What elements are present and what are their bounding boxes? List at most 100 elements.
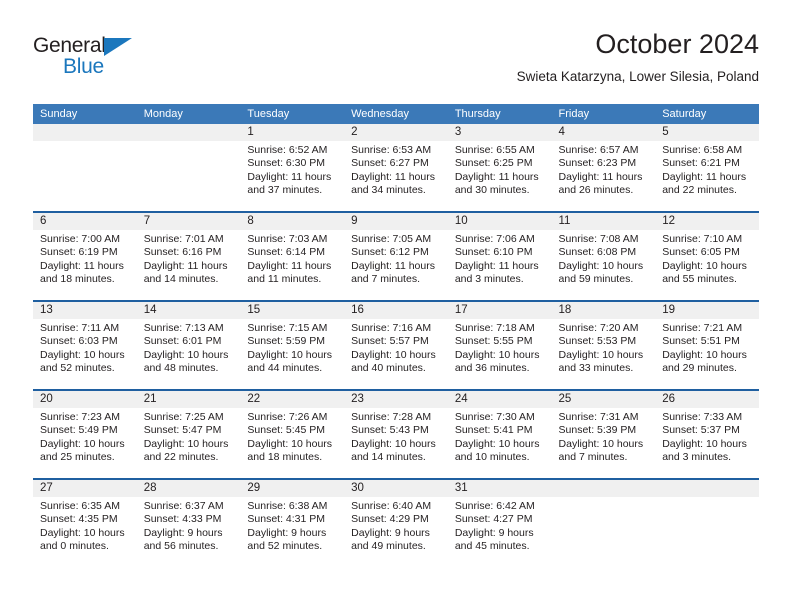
day-number-13[interactable]: 13	[33, 302, 137, 319]
weekday-header-saturday: Saturday	[662, 108, 707, 120]
day-number-27[interactable]: 27	[33, 480, 137, 497]
daylight-text: and 56 minutes.	[143, 540, 219, 553]
daylight-text: and 18 minutes.	[247, 451, 323, 464]
day-cell-1[interactable]: Sunrise: 6:52 AM Sunset: 6:30 PM Daylight:…	[240, 141, 344, 211]
day-number-26[interactable]: 26	[655, 391, 759, 408]
daylight-text: Daylight: 11 hours	[454, 170, 539, 183]
day-cell-11[interactable]: Sunrise: 7:08 AM Sunset: 6:08 PM Daylight:…	[552, 230, 656, 300]
sunset-text: Sunset: 5:57 PM	[351, 335, 429, 348]
day-content-band: Sunrise: 7:00 AM Sunset: 6:19 PM Daylight:…	[33, 230, 759, 300]
day-number-19[interactable]: 19	[655, 302, 759, 319]
day-number-17[interactable]: 17	[448, 302, 552, 319]
day-number-6[interactable]: 6	[33, 213, 137, 230]
day-cell-13[interactable]: Sunrise: 7:11 AM Sunset: 6:03 PM Daylight:…	[33, 319, 137, 389]
day-number-24[interactable]: 24	[448, 391, 552, 408]
daylight-text: Daylight: 11 hours	[247, 170, 332, 183]
day-number-2[interactable]: 2	[344, 124, 448, 141]
day-number-14[interactable]: 14	[137, 302, 241, 319]
daylight-text: Daylight: 10 hours	[662, 259, 747, 272]
day-number-11[interactable]: 11	[552, 213, 656, 230]
day-cell-18[interactable]: Sunrise: 7:20 AM Sunset: 5:53 PM Daylight:…	[552, 319, 656, 389]
brand-name-blue: Blue	[63, 55, 104, 78]
day-number-band: 27 28 29 30 31	[33, 480, 759, 497]
day-number-22[interactable]: 22	[240, 391, 344, 408]
day-cell-8[interactable]: Sunrise: 7:03 AM Sunset: 6:14 PM Daylight:…	[240, 230, 344, 300]
day-cell-27[interactable]: Sunrise: 6:35 AM Sunset: 4:35 PM Daylight:…	[33, 497, 137, 567]
sunset-text: Sunset: 5:43 PM	[351, 424, 429, 437]
day-cell-21[interactable]: Sunrise: 7:25 AM Sunset: 5:47 PM Daylight:…	[137, 408, 241, 478]
sunset-text: Sunset: 6:30 PM	[247, 157, 326, 170]
day-cell-23[interactable]: Sunrise: 7:28 AM Sunset: 5:43 PM Daylight:…	[344, 408, 448, 478]
day-number-28[interactable]: 28	[137, 480, 241, 497]
day-number-7[interactable]: 7	[137, 213, 241, 230]
day-cell-26[interactable]: Sunrise: 7:33 AM Sunset: 5:37 PM Daylight:…	[655, 408, 759, 478]
sunset-text: Sunset: 6:05 PM	[662, 246, 740, 259]
day-number-29[interactable]: 29	[240, 480, 344, 497]
day-number-4[interactable]: 4	[552, 124, 656, 141]
day-cell-19[interactable]: Sunrise: 7:21 AM Sunset: 5:51 PM Daylight:…	[655, 319, 759, 389]
day-cell-25[interactable]: Sunrise: 7:31 AM Sunset: 5:39 PM Daylight:…	[552, 408, 656, 478]
weekday-header-sunday: Sunday	[40, 108, 78, 120]
day-number-3[interactable]: 3	[448, 124, 552, 141]
day-cell-10[interactable]: Sunrise: 7:06 AM Sunset: 6:10 PM Daylight:…	[448, 230, 552, 300]
day-cell-6[interactable]: Sunrise: 7:00 AM Sunset: 6:19 PM Daylight:…	[33, 230, 137, 300]
sunset-text: Sunset: 6:08 PM	[558, 246, 637, 259]
calendar-weeks: 1 2 3 4 5 Sunrise: 6:52 AM Sunset: 6:30 PM Dayl…	[33, 124, 759, 567]
day-cell-28[interactable]: Sunrise: 6:37 AM Sunset: 4:33 PM Daylight:…	[137, 497, 241, 567]
day-cell-31[interactable]: Sunrise: 6:42 AM Sunset: 4:27 PM Daylight:…	[448, 497, 552, 567]
daylight-text: and 14 minutes.	[143, 273, 219, 286]
brand-logo: General Blue	[33, 34, 213, 86]
day-cell-3[interactable]: Sunrise: 6:55 AM Sunset: 6:25 PM Daylight:…	[448, 141, 552, 211]
day-number-20[interactable]: 20	[33, 391, 137, 408]
sunset-text: Sunset: 5:39 PM	[558, 424, 637, 437]
day-cell-12[interactable]: Sunrise: 7:10 AM Sunset: 6:05 PM Daylight:…	[655, 230, 759, 300]
day-number-16[interactable]: 16	[344, 302, 448, 319]
day-cell-7[interactable]: Sunrise: 7:01 AM Sunset: 6:16 PM Daylight:…	[137, 230, 241, 300]
sunrise-text: Sunrise: 7:03 AM	[247, 233, 328, 245]
day-number-8[interactable]: 8	[240, 213, 344, 230]
sunrise-text: Sunrise: 7:33 AM	[662, 411, 743, 423]
day-cell-9[interactable]: Sunrise: 7:05 AM Sunset: 6:12 PM Daylight:…	[344, 230, 448, 300]
daylight-text: Daylight: 11 hours	[40, 259, 124, 272]
day-cell-30[interactable]: Sunrise: 6:40 AM Sunset: 4:29 PM Daylight:…	[344, 497, 448, 567]
day-cell-15[interactable]: Sunrise: 7:15 AM Sunset: 5:59 PM Daylight:…	[240, 319, 344, 389]
sunset-text: Sunset: 4:29 PM	[351, 513, 429, 526]
day-number-12[interactable]: 12	[655, 213, 759, 230]
sunrise-text: Sunrise: 7:28 AM	[351, 411, 432, 423]
day-cell-17[interactable]: Sunrise: 7:18 AM Sunset: 5:55 PM Daylight:…	[448, 319, 552, 389]
day-cell-5[interactable]: Sunrise: 6:58 AM Sunset: 6:21 PM Daylight:…	[655, 141, 759, 211]
day-number-9[interactable]: 9	[344, 213, 448, 230]
day-cell-24[interactable]: Sunrise: 7:30 AM Sunset: 5:41 PM Daylight:…	[448, 408, 552, 478]
day-number-21[interactable]: 21	[137, 391, 241, 408]
day-cell-14[interactable]: Sunrise: 7:13 AM Sunset: 6:01 PM Daylight:…	[137, 319, 241, 389]
daylight-text: and 22 minutes.	[143, 451, 219, 464]
daylight-text: and 7 minutes.	[351, 273, 420, 286]
day-number-10[interactable]: 10	[448, 213, 552, 230]
daylight-text: Daylight: 10 hours	[143, 348, 229, 361]
day-number-15[interactable]: 15	[240, 302, 344, 319]
sunrise-text: Sunrise: 6:38 AM	[247, 500, 328, 512]
day-cell-4[interactable]: Sunrise: 6:57 AM Sunset: 6:23 PM Daylight:…	[552, 141, 656, 211]
sunset-text: Sunset: 5:55 PM	[454, 335, 533, 348]
daylight-text: and 33 minutes.	[558, 362, 634, 375]
day-cell-20[interactable]: Sunrise: 7:23 AM Sunset: 5:49 PM Daylight:…	[33, 408, 137, 478]
sunrise-text: Sunrise: 7:00 AM	[40, 233, 120, 245]
daylight-text: and 36 minutes.	[454, 362, 530, 375]
sunrise-text: Sunrise: 6:35 AM	[40, 500, 120, 512]
daylight-text: and 0 minutes.	[40, 540, 109, 553]
day-number-18[interactable]: 18	[552, 302, 656, 319]
day-number-31[interactable]: 31	[448, 480, 552, 497]
day-number-30[interactable]: 30	[344, 480, 448, 497]
day-number-23[interactable]: 23	[344, 391, 448, 408]
day-number-5[interactable]: 5	[655, 124, 759, 141]
day-cell-29[interactable]: Sunrise: 6:38 AM Sunset: 4:31 PM Daylight:…	[240, 497, 344, 567]
day-number-1[interactable]: 1	[240, 124, 344, 141]
sunrise-text: Sunrise: 7:23 AM	[40, 411, 120, 423]
day-number-25[interactable]: 25	[552, 391, 656, 408]
sunset-text: Sunset: 5:45 PM	[247, 424, 326, 437]
day-cell-16[interactable]: Sunrise: 7:16 AM Sunset: 5:57 PM Daylight:…	[344, 319, 448, 389]
sunrise-text: Sunrise: 6:40 AM	[351, 500, 432, 512]
day-cell-22[interactable]: Sunrise: 7:26 AM Sunset: 5:45 PM Daylight:…	[240, 408, 344, 478]
day-cell-2[interactable]: Sunrise: 6:53 AM Sunset: 6:27 PM Daylight:…	[344, 141, 448, 211]
daylight-text: Daylight: 10 hours	[40, 437, 125, 450]
